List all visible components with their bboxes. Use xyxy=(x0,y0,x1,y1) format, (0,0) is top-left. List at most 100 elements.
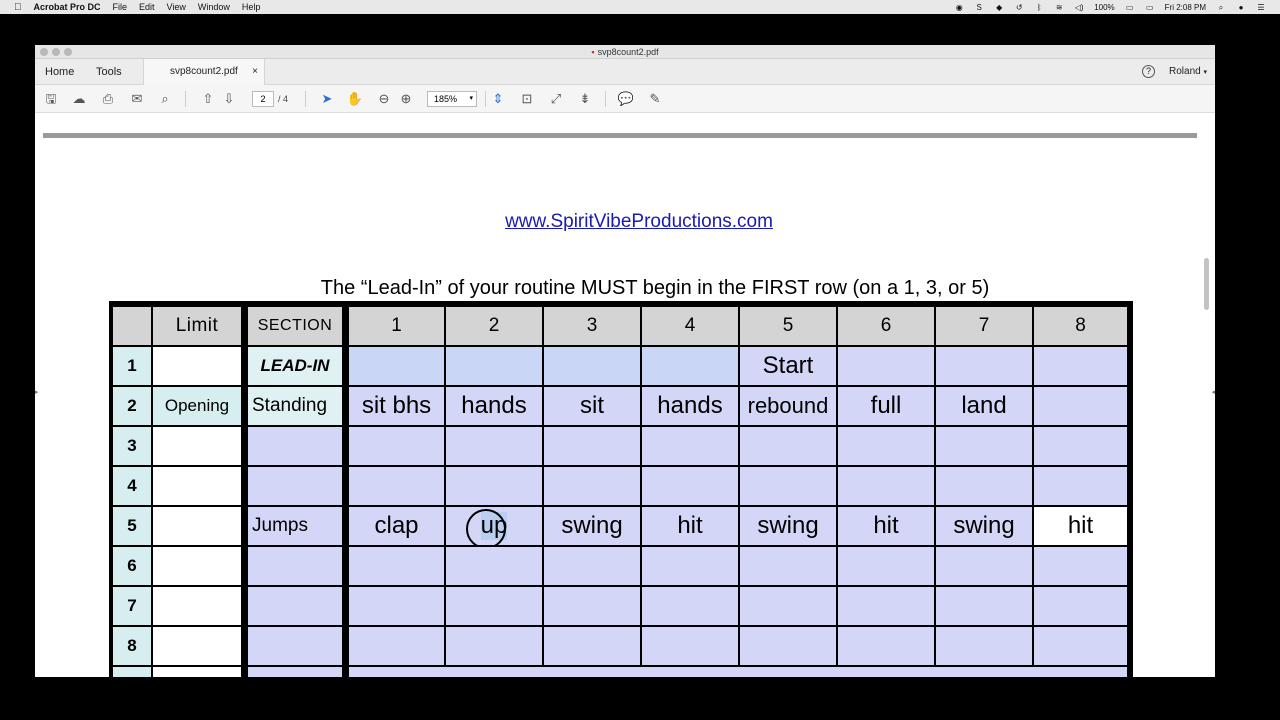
record-icon[interactable]: ◉ xyxy=(954,3,964,12)
section-cell[interactable] xyxy=(248,587,342,625)
website-link[interactable]: www.SpiritVibeProductions.com xyxy=(35,211,1215,233)
beat-cell[interactable] xyxy=(349,547,444,585)
beat-cell[interactable]: rebound xyxy=(740,387,836,425)
airplay-icon[interactable]: ▭ xyxy=(1145,3,1155,12)
beat-cell[interactable] xyxy=(1034,627,1127,665)
fit-page-icon[interactable]: ⊡ xyxy=(518,90,536,108)
battery-icon[interactable]: ▭ xyxy=(1125,3,1135,12)
bluetooth-icon[interactable]: ᛒ xyxy=(1034,3,1044,12)
spotlight-search-icon[interactable]: ⌕ xyxy=(1216,3,1226,12)
menu-app-name[interactable]: Acrobat Pro DC xyxy=(34,2,101,12)
section-cell-partial[interactable] xyxy=(248,667,342,677)
limit-cell[interactable] xyxy=(153,347,241,385)
beat-cell[interactable] xyxy=(349,587,444,625)
beat-cell[interactable] xyxy=(544,587,640,625)
notification-center-icon[interactable]: ☰ xyxy=(1256,3,1266,12)
menu-help[interactable]: Help xyxy=(242,2,261,12)
read-mode-icon[interactable]: ⇟ xyxy=(576,90,594,108)
beat-cell[interactable] xyxy=(740,467,836,505)
beat-cell[interactable] xyxy=(446,427,542,465)
beat-cell[interactable] xyxy=(838,347,934,385)
beat-cell[interactable] xyxy=(544,427,640,465)
page-number-input[interactable]: 2 xyxy=(252,91,274,107)
beat-cell[interactable] xyxy=(446,587,542,625)
beat-cell[interactable] xyxy=(446,467,542,505)
limit-cell[interactable] xyxy=(153,587,241,625)
siri-icon[interactable]: ● xyxy=(1236,3,1246,12)
highlight-pen-icon[interactable]: ✎ xyxy=(646,90,664,108)
menu-file[interactable]: File xyxy=(113,2,128,12)
beat-cell[interactable] xyxy=(446,547,542,585)
zoom-window-button[interactable] xyxy=(64,48,72,56)
beat-cell[interactable] xyxy=(642,627,738,665)
beat-cell[interactable] xyxy=(838,467,934,505)
zoom-out-icon[interactable]: ⊖ xyxy=(375,90,393,108)
left-panel-toggle-icon[interactable]: ▸ xyxy=(35,388,39,396)
beat-cell[interactable] xyxy=(349,627,444,665)
comment-icon[interactable]: 💬 xyxy=(617,90,635,108)
beat-cell[interactable]: full xyxy=(838,387,934,425)
section-cell[interactable] xyxy=(248,467,342,505)
beat-cell[interactable] xyxy=(838,547,934,585)
scrolling-mode-icon[interactable]: ⇕ xyxy=(489,90,507,108)
beat-cell[interactable] xyxy=(544,627,640,665)
beat-cell[interactable] xyxy=(446,347,542,385)
menu-view[interactable]: View xyxy=(167,2,186,12)
beat-cell[interactable] xyxy=(1034,387,1127,425)
next-page-icon[interactable]: ⇩ xyxy=(220,90,238,108)
script-icon[interactable]: S xyxy=(974,3,984,12)
beat-cell-editing[interactable]: up xyxy=(446,507,542,545)
beat-cell[interactable] xyxy=(838,427,934,465)
beat-cell[interactable] xyxy=(740,627,836,665)
beat-cell[interactable]: swing xyxy=(544,507,640,545)
tab-home[interactable]: Home xyxy=(45,66,74,78)
beat-cell[interactable] xyxy=(544,467,640,505)
beat-cell[interactable]: swing xyxy=(936,507,1032,545)
upload-cloud-icon[interactable]: ☁ xyxy=(70,90,88,108)
limit-cell[interactable] xyxy=(153,467,241,505)
beat-cell[interactable] xyxy=(936,467,1032,505)
beat-cell[interactable] xyxy=(838,627,934,665)
apple-menu-icon[interactable]:  xyxy=(14,2,22,13)
beat-cell[interactable] xyxy=(446,627,542,665)
beat-cell[interactable] xyxy=(936,627,1032,665)
full-screen-icon[interactable]: ⤢ xyxy=(547,90,565,108)
beat-cell[interactable] xyxy=(642,427,738,465)
beat-cell[interactable] xyxy=(1034,547,1127,585)
beat-cell[interactable] xyxy=(349,427,444,465)
menu-window[interactable]: Window xyxy=(198,2,230,12)
section-cell[interactable] xyxy=(248,627,342,665)
wifi-icon[interactable]: ≋ xyxy=(1054,3,1064,12)
beat-cell[interactable]: swing xyxy=(740,507,836,545)
right-panel-toggle-icon[interactable]: ◂ xyxy=(1211,388,1215,396)
limit-cell[interactable] xyxy=(153,427,241,465)
beat-cell[interactable] xyxy=(936,347,1032,385)
limit-cell[interactable] xyxy=(153,547,241,585)
beat-cell[interactable] xyxy=(544,547,640,585)
hand-tool-icon[interactable]: ✋ xyxy=(346,90,364,108)
beat-cell[interactable] xyxy=(642,587,738,625)
save-icon[interactable]: 🖫 xyxy=(42,90,60,108)
limit-cell[interactable] xyxy=(153,507,241,545)
clock[interactable]: Fri 2:08 PM xyxy=(1165,3,1206,12)
help-icon[interactable]: ? xyxy=(1142,65,1155,78)
section-cell[interactable]: Standing xyxy=(248,387,342,425)
select-tool-icon[interactable]: ➤ xyxy=(318,90,336,108)
tab-tools[interactable]: Tools xyxy=(96,66,122,78)
tab-document[interactable]: svp8count2.pdf × xyxy=(143,59,265,85)
beat-cell[interactable]: sit xyxy=(544,387,640,425)
selected-text[interactable]: up xyxy=(480,512,508,540)
section-cell[interactable] xyxy=(248,547,342,585)
beat-cell[interactable] xyxy=(1034,347,1127,385)
limit-cell-partial[interactable] xyxy=(153,667,241,677)
document-area[interactable]: ▸ ◂ www.SpiritVibeProductions.com The “L… xyxy=(35,115,1215,677)
time-machine-icon[interactable]: ↺ xyxy=(1014,3,1024,12)
beat-cell[interactable]: hit xyxy=(1034,507,1127,545)
user-account-menu[interactable]: Roland ▾ xyxy=(1169,66,1207,77)
volume-icon[interactable]: ◁) xyxy=(1074,3,1084,12)
beat-cell[interactable]: Start xyxy=(740,347,836,385)
beat-cell[interactable] xyxy=(349,347,444,385)
beat-cell[interactable] xyxy=(349,467,444,505)
beat-cell[interactable] xyxy=(642,467,738,505)
beat-cell[interactable]: hit xyxy=(838,507,934,545)
